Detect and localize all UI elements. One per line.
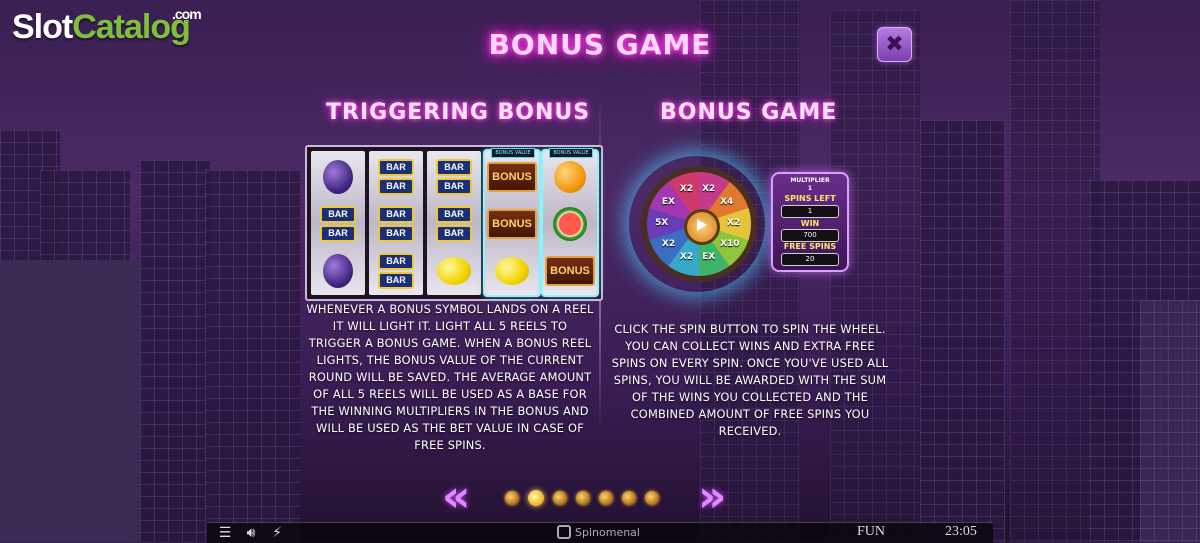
spin-icon: [684, 209, 720, 245]
page-dot-7[interactable]: [645, 491, 659, 505]
reel-1: BAR BAR: [311, 151, 365, 295]
bar-symbol: BAR BAR: [369, 201, 423, 247]
bonus-symbol: BONUS: [485, 154, 539, 200]
page-dot-1[interactable]: [505, 491, 519, 505]
plum-symbol: [311, 154, 365, 200]
page-title: BONUS GAME: [488, 28, 712, 61]
page-dot-4[interactable]: [576, 491, 590, 505]
bonus-game-heading: BONUS GAME: [660, 100, 838, 125]
bar-symbol: BAR BAR: [369, 248, 423, 294]
wheel-segment-label: X4: [720, 196, 734, 207]
orange-symbol: [543, 154, 597, 200]
triggering-bonus-heading: TRIGGERING BONUS: [326, 100, 591, 125]
reel-2: BAR BAR BAR BAR BAR BAR: [369, 151, 423, 295]
wheel-segment-label: X2: [727, 218, 741, 228]
wheel-segment-label: EX: [702, 252, 716, 263]
reel-5: BONUS VALUE BONUS: [543, 148, 597, 295]
win-value: 700: [781, 229, 839, 242]
turbo-icon[interactable]: ⚡︎: [269, 525, 285, 541]
win-label: WIN: [800, 219, 820, 228]
bonus-symbol: BONUS: [485, 201, 539, 247]
multiplier-label: MULTIPLIER: [790, 177, 830, 184]
bar-symbol: BAR BAR: [427, 201, 481, 247]
page-dot-5[interactable]: [599, 491, 613, 505]
free-spins-label: FREE SPINS: [783, 242, 837, 251]
page-dot-6[interactable]: [622, 491, 636, 505]
menu-icon[interactable]: ☰: [217, 525, 233, 541]
bonus-info-panel: MULTIPLIER 1 SPINS LEFT 1 WIN 700 FREE S…: [771, 172, 849, 272]
spins-left-label: SPINS LEFT: [784, 194, 836, 203]
page-dot-2[interactable]: [528, 490, 544, 506]
free-spins-value: 20: [781, 253, 839, 266]
prev-page-button[interactable]: «: [442, 475, 470, 519]
next-page-button[interactable]: »: [698, 475, 726, 519]
multiplier-value: 1: [807, 185, 813, 192]
bonus-symbol: BONUS: [543, 248, 597, 294]
lemon-symbol: [427, 248, 481, 294]
sound-icon[interactable]: 🔊︎: [243, 525, 259, 541]
wheel-segment-label: X2: [661, 239, 676, 250]
clock: 23:05: [945, 524, 977, 539]
wheel-segment-label: X2: [702, 183, 716, 194]
provider-name: Spinomenal: [575, 526, 640, 539]
wheel-segment-label: X2: [679, 183, 694, 194]
wheel-segment-label: EX: [661, 196, 675, 207]
spins-left-value: 1: [781, 205, 839, 218]
wheel-segment-label: X10: [720, 239, 740, 250]
reel-3: BAR BAR BAR BAR: [427, 151, 481, 295]
watermark-suffix: .com: [172, 6, 202, 22]
melon-symbol: [543, 201, 597, 247]
provider-brand: Spinomenal: [557, 525, 640, 539]
mode-label: FUN: [857, 524, 886, 539]
plum-symbol: [311, 248, 365, 294]
close-icon: ✖: [885, 32, 904, 57]
reel-4: BONUS VALUE BONUS BONUS: [485, 148, 539, 295]
bar-symbol: BAR BAR: [311, 201, 365, 247]
bar-symbol: BAR BAR: [427, 154, 481, 200]
page-indicator: [505, 490, 659, 506]
triggering-bonus-description: Whenever a Bonus symbol lands on a reel …: [306, 302, 594, 452]
reels-grid: BAR BAR BAR BAR BAR BAR BAR BAR BAR BAR BAR BAR BONU…: [305, 145, 603, 301]
bonus-game-description: Click the Spin button to spin the wheel.…: [611, 322, 889, 438]
bar-symbol: BAR BAR: [369, 154, 423, 200]
page-dot-3[interactable]: [553, 491, 567, 505]
bottom-bar: ☰ 🔊︎ ⚡︎ Spinomenal FUN 23:05: [207, 522, 993, 543]
lemon-symbol: [485, 248, 539, 294]
wheel-segment-label: X2: [679, 252, 694, 263]
wheel-segment-label: 5X: [655, 218, 669, 228]
close-button[interactable]: ✖: [877, 27, 912, 62]
bonus-wheel-illustration: X2 X4 X2 X10 EX X2 X2 5X EX X2 MULTIPLIER 1 SPINS…: [633, 152, 853, 290]
